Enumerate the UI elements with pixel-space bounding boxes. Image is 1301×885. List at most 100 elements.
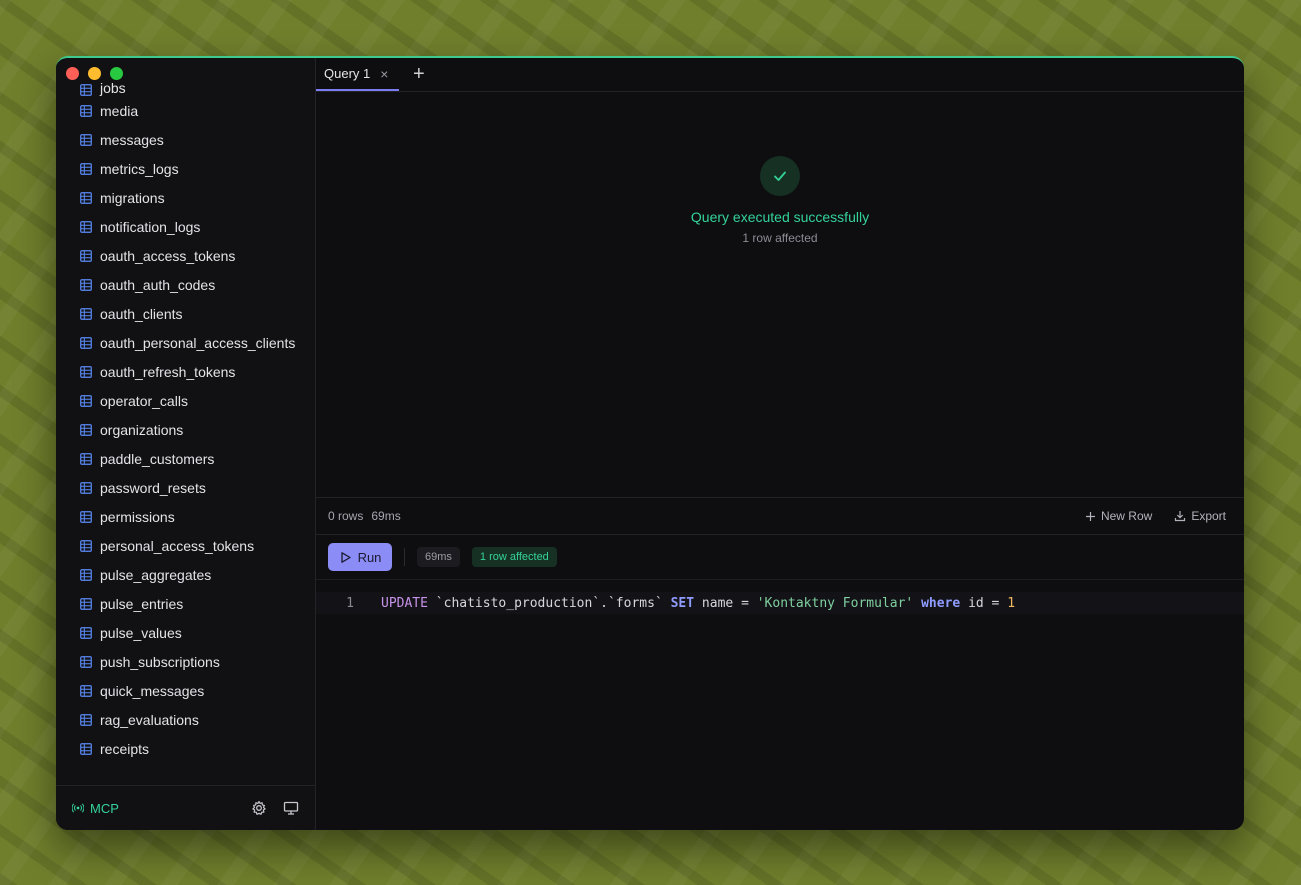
table-item-pulse-aggregates[interactable]: pulse_aggregates <box>56 560 315 589</box>
token-eq2: = <box>991 595 1000 611</box>
table-icon <box>80 249 92 262</box>
table-item-operator-calls[interactable]: operator_calls <box>56 386 315 415</box>
query-time: 69ms <box>371 509 401 523</box>
table-item-oauth-clients[interactable]: oauth_clients <box>56 299 315 328</box>
result-actions: New Row Export <box>1085 509 1226 523</box>
status-bar: 0 rows 69ms New Row Export <box>316 498 1244 535</box>
close-window-button[interactable] <box>66 67 79 80</box>
table-icon <box>80 307 92 320</box>
table-icon <box>80 452 92 465</box>
monitor-icon[interactable] <box>283 800 299 816</box>
code-content[interactable]: UPDATE `chatisto_production`.`forms` SET… <box>381 596 1015 611</box>
table-item-oauth-personal-access-clients[interactable]: oauth_personal_access_clients <box>56 328 315 357</box>
table-item-jobs[interactable]: jobs <box>56 81 315 96</box>
tab-query-1[interactable]: Query 1 × <box>316 58 399 91</box>
token-set: SET <box>670 595 695 611</box>
table-name: oauth_auth_codes <box>100 276 216 293</box>
sidebar-footer: MCP <box>56 785 315 830</box>
main-panel: Query 1 × + Query executed successfully … <box>316 58 1244 830</box>
play-icon <box>340 551 351 563</box>
export-button[interactable]: Export <box>1174 509 1226 523</box>
check-icon <box>774 171 786 181</box>
table-item-paddle-customers[interactable]: paddle_customers <box>56 444 315 473</box>
table-name: password_resets <box>100 479 206 496</box>
table-item-oauth-auth-codes[interactable]: oauth_auth_codes <box>56 270 315 299</box>
table-name: oauth_personal_access_clients <box>100 334 296 351</box>
window-controls <box>66 67 123 80</box>
token-id-value: 1 <box>1007 595 1016 611</box>
table-icon <box>80 655 92 668</box>
table-icon <box>80 84 92 96</box>
table-icon <box>80 626 92 639</box>
table-item-permissions[interactable]: permissions <box>56 502 315 531</box>
table-icon <box>80 191 92 204</box>
gear-icon[interactable] <box>251 800 267 816</box>
add-tab-button[interactable]: + <box>399 58 439 91</box>
table-item-oauth-refresh-tokens[interactable]: oauth_refresh_tokens <box>56 357 315 386</box>
table-item-organizations[interactable]: organizations <box>56 415 315 444</box>
table-name: operator_calls <box>100 392 188 409</box>
download-icon <box>1175 511 1186 522</box>
table-name: media <box>100 102 139 119</box>
table-icon <box>80 104 92 117</box>
table-item-pulse-entries[interactable]: pulse_entries <box>56 589 315 618</box>
affected-badge: 1 row affected <box>471 547 557 567</box>
run-bar: Run 69ms 1 row affected <box>316 535 1244 580</box>
success-title: Query executed successfully <box>690 209 870 225</box>
token-eq1: = <box>741 595 749 611</box>
table-name: migrations <box>100 189 165 206</box>
table-item-media[interactable]: media <box>56 96 315 125</box>
token-update: UPDATE <box>381 595 428 611</box>
minimize-window-button[interactable] <box>88 67 101 80</box>
table-item-oauth-access-tokens[interactable]: oauth_access_tokens <box>56 241 315 270</box>
separator <box>404 548 405 566</box>
table-name: notification_logs <box>100 218 201 235</box>
table-icon <box>80 162 92 175</box>
table-icon <box>80 423 92 436</box>
table-item-metrics-logs[interactable]: metrics_logs <box>56 154 315 183</box>
table-item-receipts[interactable]: receipts <box>56 734 315 763</box>
tab-bar: Query 1 × + <box>316 58 1244 92</box>
table-item-migrations[interactable]: migrations <box>56 183 315 212</box>
table-name: oauth_access_tokens <box>100 247 236 264</box>
table-item-push-subscriptions[interactable]: push_subscriptions <box>56 647 315 676</box>
success-message: Query executed successfully 1 row affect… <box>316 156 1244 245</box>
table-item-notification-logs[interactable]: notification_logs <box>56 212 315 241</box>
close-tab-icon[interactable]: × <box>380 66 388 82</box>
token-where: where <box>921 595 961 611</box>
table-name: metrics_logs <box>100 160 179 177</box>
table-icon <box>80 481 92 494</box>
table-icon <box>80 539 92 552</box>
row-count: 0 rows <box>328 509 364 523</box>
code-line[interactable]: 1 UPDATE `chatisto_production`.`forms` S… <box>316 592 1244 614</box>
mcp-status[interactable]: MCP <box>72 801 119 816</box>
table-item-quick-messages[interactable]: quick_messages <box>56 676 315 705</box>
sql-editor[interactable]: 1 UPDATE `chatisto_production`.`forms` S… <box>316 580 1244 830</box>
plus-icon <box>1085 511 1095 521</box>
table-item-password-resets[interactable]: password_resets <box>56 473 315 502</box>
run-button[interactable]: Run <box>328 543 392 571</box>
table-item-personal-access-tokens[interactable]: personal_access_tokens <box>56 531 315 560</box>
table-icon <box>80 365 92 378</box>
maximize-window-button[interactable] <box>110 67 123 80</box>
token-value: 'Kontaktny Formular' <box>756 595 914 611</box>
table-name: pulse_values <box>100 624 182 641</box>
table-name: oauth_refresh_tokens <box>100 363 236 380</box>
table-icon <box>80 336 92 349</box>
table-name: paddle_customers <box>100 450 215 467</box>
table-name: permissions <box>100 508 175 525</box>
table-name: jobs <box>100 81 126 96</box>
table-name: oauth_clients <box>100 305 183 322</box>
app-window: jobs media messages metrics_logs migrations n… <box>56 56 1244 830</box>
mcp-label: MCP <box>90 800 119 816</box>
line-number: 1 <box>346 595 354 611</box>
new-row-button[interactable]: New Row <box>1085 509 1152 523</box>
table-item-rag-evaluations[interactable]: rag_evaluations <box>56 705 315 734</box>
run-label: Run <box>357 549 382 565</box>
table-item-messages[interactable]: messages <box>56 125 315 154</box>
table-name: pulse_entries <box>100 595 184 612</box>
table-name: receipts <box>100 740 150 757</box>
table-item-pulse-values[interactable]: pulse_values <box>56 618 315 647</box>
table-list: jobs media messages metrics_logs migrations n… <box>56 81 315 785</box>
table-name: organizations <box>100 421 184 438</box>
